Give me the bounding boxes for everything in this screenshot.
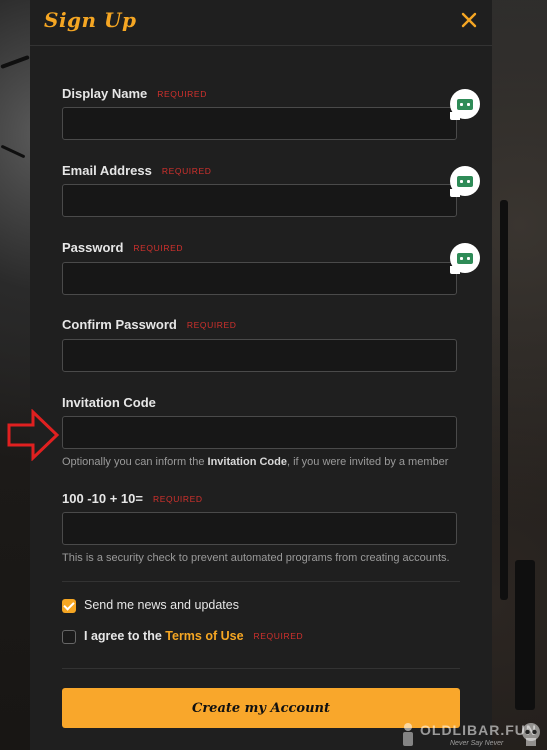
terms-of-use-link[interactable]: Terms of Use [165,629,243,643]
invitation-code-input[interactable] [62,416,457,449]
red-arrow-annotation-icon [7,409,60,461]
password-label: Password REQUIRED [62,240,184,255]
modal-header: Sign Up [30,0,492,46]
display-name-label: Display Name REQUIRED [62,86,207,101]
confirm-password-input[interactable] [62,339,457,372]
captcha-help: This is a security check to prevent auto… [62,552,450,564]
terms-checkbox[interactable] [62,630,76,644]
display-name-input[interactable] [62,107,457,140]
required-badge: REQUIRED [152,494,203,504]
captcha-label: 100 -10 + 10= REQUIRED [62,491,203,506]
signup-modal: Sign Up Display Name REQUIRED Email Addre… [30,0,492,750]
invitation-code-label: Invitation Code [62,395,156,410]
modal-title: Sign Up [44,8,137,32]
watermark-subtext: Never Say Never [450,740,504,747]
required-badge: REQUIRED [186,320,237,330]
password-input[interactable] [62,262,457,295]
confirm-password-label: Confirm Password REQUIRED [62,317,237,332]
watermark-figure-icon [403,723,413,746]
skull-icon [522,723,540,746]
news-checkbox[interactable] [62,599,76,613]
password-manager-icon[interactable] [450,166,480,197]
terms-checkbox-label: I agree to the Terms of Use REQUIRED [84,629,304,643]
tower-silhouette [500,200,508,600]
divider [62,581,460,582]
email-label: Email Address REQUIRED [62,163,212,178]
email-input[interactable] [62,184,457,217]
captcha-input[interactable] [62,512,457,545]
password-manager-icon[interactable] [450,89,480,120]
close-icon[interactable] [458,9,480,31]
required-badge: REQUIRED [161,166,212,176]
required-badge: REQUIRED [157,89,207,99]
news-checkbox-label: Send me news and updates [84,598,239,612]
password-manager-icon[interactable] [450,243,480,274]
divider [62,668,460,669]
required-badge: REQUIRED [253,631,304,641]
tower-silhouette [515,560,535,710]
tree-branch [0,54,30,70]
invitation-code-help: Optionally you can inform the Invitation… [62,456,449,468]
watermark: OLDLIBAR.FUN Never Say Never [398,720,544,750]
required-badge: REQUIRED [133,243,184,253]
tree-branch [0,144,26,159]
